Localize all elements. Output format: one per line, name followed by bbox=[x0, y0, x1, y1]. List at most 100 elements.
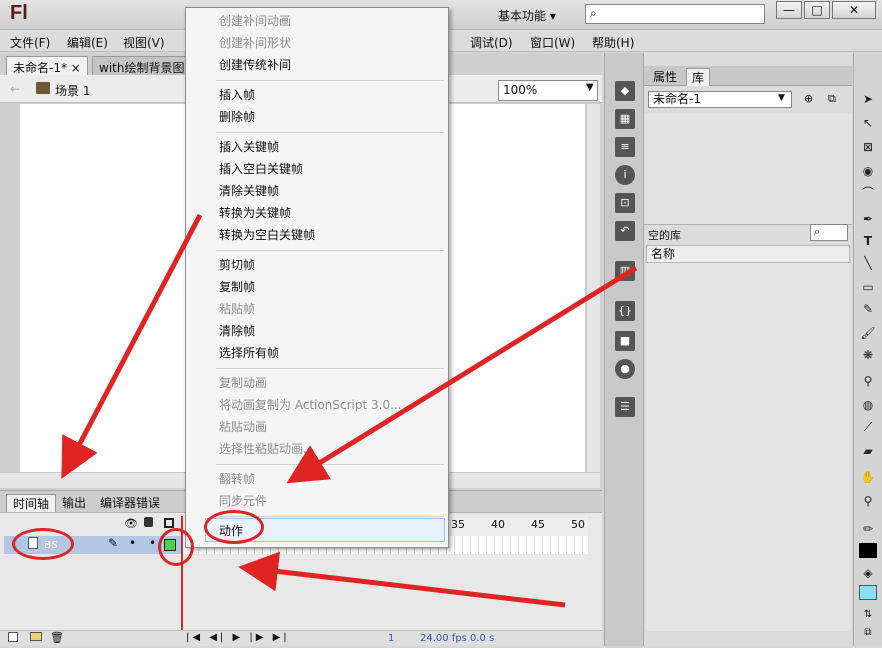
library-icon[interactable]: ▥ bbox=[615, 261, 635, 281]
trash-icon[interactable]: 🗑 bbox=[50, 631, 64, 644]
fill-color-swatch[interactable] bbox=[859, 585, 877, 600]
deco-tool-icon[interactable]: ❋ bbox=[858, 345, 878, 365]
tab-background[interactable]: with绘制背景图 bbox=[92, 56, 192, 75]
components-icon[interactable]: ■ bbox=[615, 331, 635, 351]
library-document-select[interactable]: 未命名-1 bbox=[648, 91, 792, 108]
transform-icon[interactable]: ⊡ bbox=[615, 193, 635, 213]
chevron-down-icon[interactable]: ▼ bbox=[778, 93, 785, 103]
movie-explorer-icon[interactable]: ☰ bbox=[615, 397, 635, 417]
scene-label[interactable]: 场景 1 bbox=[55, 82, 90, 99]
line-tool-icon[interactable]: ╲ bbox=[858, 253, 878, 273]
code-snippets-icon[interactable]: {} bbox=[615, 301, 635, 321]
menu-item-paste-frames[interactable]: 粘贴帧 bbox=[219, 300, 255, 318]
lock-dot[interactable]: • bbox=[149, 536, 156, 550]
menu-item-synchronize-symbols[interactable]: 同步元件 bbox=[219, 492, 267, 510]
menu-item-insert-keyframe[interactable]: 插入关键帧 bbox=[219, 138, 279, 156]
menu-item-convert-to-blank-keyframes[interactable]: 转换为空白关键帧 bbox=[219, 226, 315, 244]
library-column-name[interactable]: 名称 bbox=[646, 245, 850, 263]
selection-tool-icon[interactable]: ➤ bbox=[858, 89, 878, 109]
new-folder-icon[interactable] bbox=[30, 632, 42, 641]
history-icon[interactable]: ↶ bbox=[615, 221, 635, 241]
current-frame[interactable]: 1 bbox=[388, 633, 394, 644]
info-icon[interactable]: i bbox=[615, 165, 635, 185]
menu-item-remove-frames[interactable]: 删除帧 bbox=[219, 108, 255, 126]
menu-window[interactable]: 窗口(W) bbox=[530, 34, 575, 51]
menu-item-create-shape-tween[interactable]: 创建补间形状 bbox=[219, 34, 291, 52]
minimize-button[interactable]: — bbox=[776, 1, 802, 19]
stroke-color-icon[interactable]: ✏ bbox=[858, 519, 878, 539]
text-tool-icon[interactable]: T bbox=[858, 231, 878, 251]
swap-colors-icon[interactable]: ⇅ bbox=[858, 605, 878, 625]
tab-untitled-1[interactable]: 未命名-1* × bbox=[6, 56, 88, 75]
bone-tool-icon[interactable]: ⚲ bbox=[858, 371, 878, 391]
menu-help[interactable]: 帮助(H) bbox=[592, 34, 634, 51]
menu-item-insert-blank-keyframe[interactable]: 插入空白关键帧 bbox=[219, 160, 303, 178]
library-list[interactable] bbox=[646, 263, 850, 631]
lock-icon[interactable] bbox=[144, 517, 153, 527]
close-button[interactable]: ✕ bbox=[832, 1, 876, 19]
lasso-icon[interactable]: ⌒ bbox=[858, 183, 878, 203]
fill-color-icon[interactable]: ◈ bbox=[858, 563, 878, 583]
subselection-tool-icon[interactable]: ↖ bbox=[858, 113, 878, 133]
eye-icon[interactable]: 👁 bbox=[124, 517, 138, 530]
library-search-input[interactable]: ⌕ bbox=[810, 224, 848, 241]
search-icon: ⌕ bbox=[814, 225, 821, 238]
snap-icon[interactable]: ⧉ bbox=[858, 623, 878, 643]
new-library-icon[interactable]: ⧉ bbox=[828, 92, 836, 106]
menu-item-clear-keyframe[interactable]: 清除关键帧 bbox=[219, 182, 279, 200]
menu-view[interactable]: 视图(V) bbox=[123, 34, 165, 51]
menu-edit[interactable]: 编辑(E) bbox=[67, 34, 108, 51]
menu-item-paste-motion[interactable]: 粘贴动画 bbox=[219, 418, 267, 436]
zoom-select[interactable]: 100% bbox=[498, 80, 598, 101]
menu-item-cut-frames[interactable]: 剪切帧 bbox=[219, 256, 255, 274]
swatches-icon[interactable]: ▦ bbox=[615, 109, 635, 129]
free-transform-icon[interactable]: ⊠ bbox=[858, 137, 878, 157]
pin-icon[interactable]: ⊕ bbox=[804, 92, 813, 105]
playback-controls[interactable]: |◀ ◀| ▶ |▶ ▶| bbox=[186, 632, 290, 643]
menu-item-paste-motion-special[interactable]: 选择性粘贴动画... bbox=[219, 440, 314, 458]
motion-presets-icon[interactable]: ● bbox=[615, 359, 635, 379]
menu-item-reverse-frames[interactable]: 翻转帧 bbox=[219, 470, 255, 488]
align-icon[interactable]: ≡ bbox=[615, 137, 635, 157]
workspace-switcher[interactable]: 基本功能 ▾ bbox=[498, 7, 556, 24]
3d-rotation-icon[interactable]: ◉ bbox=[858, 161, 878, 181]
menu-item-select-all-frames[interactable]: 选择所有帧 bbox=[219, 344, 279, 362]
tab-properties[interactable]: 属性 bbox=[648, 68, 682, 86]
new-layer-icon[interactable] bbox=[8, 632, 18, 642]
menu-item-convert-to-keyframes[interactable]: 转换为关键帧 bbox=[219, 204, 291, 222]
close-icon[interactable]: × bbox=[71, 61, 81, 75]
restore-button[interactable]: □ bbox=[804, 1, 830, 19]
stroke-color-swatch[interactable] bbox=[859, 543, 877, 558]
menu-item-create-classic-tween[interactable]: 创建传统补间 bbox=[219, 56, 291, 74]
ruler-label: 50 bbox=[571, 518, 585, 531]
stage-vertical-scrollbar[interactable] bbox=[586, 104, 600, 472]
menu-item-create-motion-tween[interactable]: 创建补间动画 bbox=[219, 12, 291, 30]
brush-tool-icon[interactable]: 🖌 bbox=[858, 323, 878, 343]
tab-compiler-errors[interactable]: 编译器错误 bbox=[94, 494, 166, 512]
menu-item-clear-frames[interactable]: 清除帧 bbox=[219, 322, 255, 340]
paint-bucket-icon[interactable]: ◍ bbox=[858, 395, 878, 415]
menu-item-copy-motion[interactable]: 复制动画 bbox=[219, 374, 267, 392]
menu-item-copy-frames[interactable]: 复制帧 bbox=[219, 278, 255, 296]
menu-file[interactable]: 文件(F) bbox=[10, 34, 50, 51]
help-search-input[interactable]: ⌕ bbox=[585, 4, 765, 24]
menu-item-insert-frame[interactable]: 插入帧 bbox=[219, 86, 255, 104]
eraser-icon[interactable]: ▰ bbox=[858, 441, 878, 461]
color-panel-icon[interactable]: ◆ bbox=[615, 81, 635, 101]
pencil-tool-icon[interactable]: ✎ bbox=[858, 299, 878, 319]
back-arrow-icon[interactable]: ← bbox=[10, 82, 20, 96]
pen-tool-icon[interactable]: ✒ bbox=[858, 209, 878, 229]
tab-library[interactable]: 库 bbox=[686, 68, 711, 86]
frame-rate[interactable]: 24.00 fps bbox=[420, 633, 467, 644]
tab-output[interactable]: 输出 bbox=[56, 494, 92, 512]
menu-debug[interactable]: 调试(D) bbox=[470, 34, 513, 51]
visibility-dot[interactable]: • bbox=[129, 536, 136, 550]
outline-icon[interactable] bbox=[164, 518, 174, 528]
rectangle-tool-icon[interactable]: ▭ bbox=[858, 277, 878, 297]
menu-item-copy-motion-as-as3[interactable]: 将动画复制为 ActionScript 3.0... bbox=[219, 396, 402, 414]
zoom-tool-icon[interactable]: ⚲ bbox=[858, 491, 878, 511]
eyedropper-icon[interactable]: ⟋ bbox=[858, 417, 878, 437]
hand-tool-icon[interactable]: ✋ bbox=[858, 467, 878, 487]
chevron-down-icon[interactable]: ▼ bbox=[586, 82, 594, 93]
tab-timeline[interactable]: 时间轴 bbox=[6, 494, 57, 512]
